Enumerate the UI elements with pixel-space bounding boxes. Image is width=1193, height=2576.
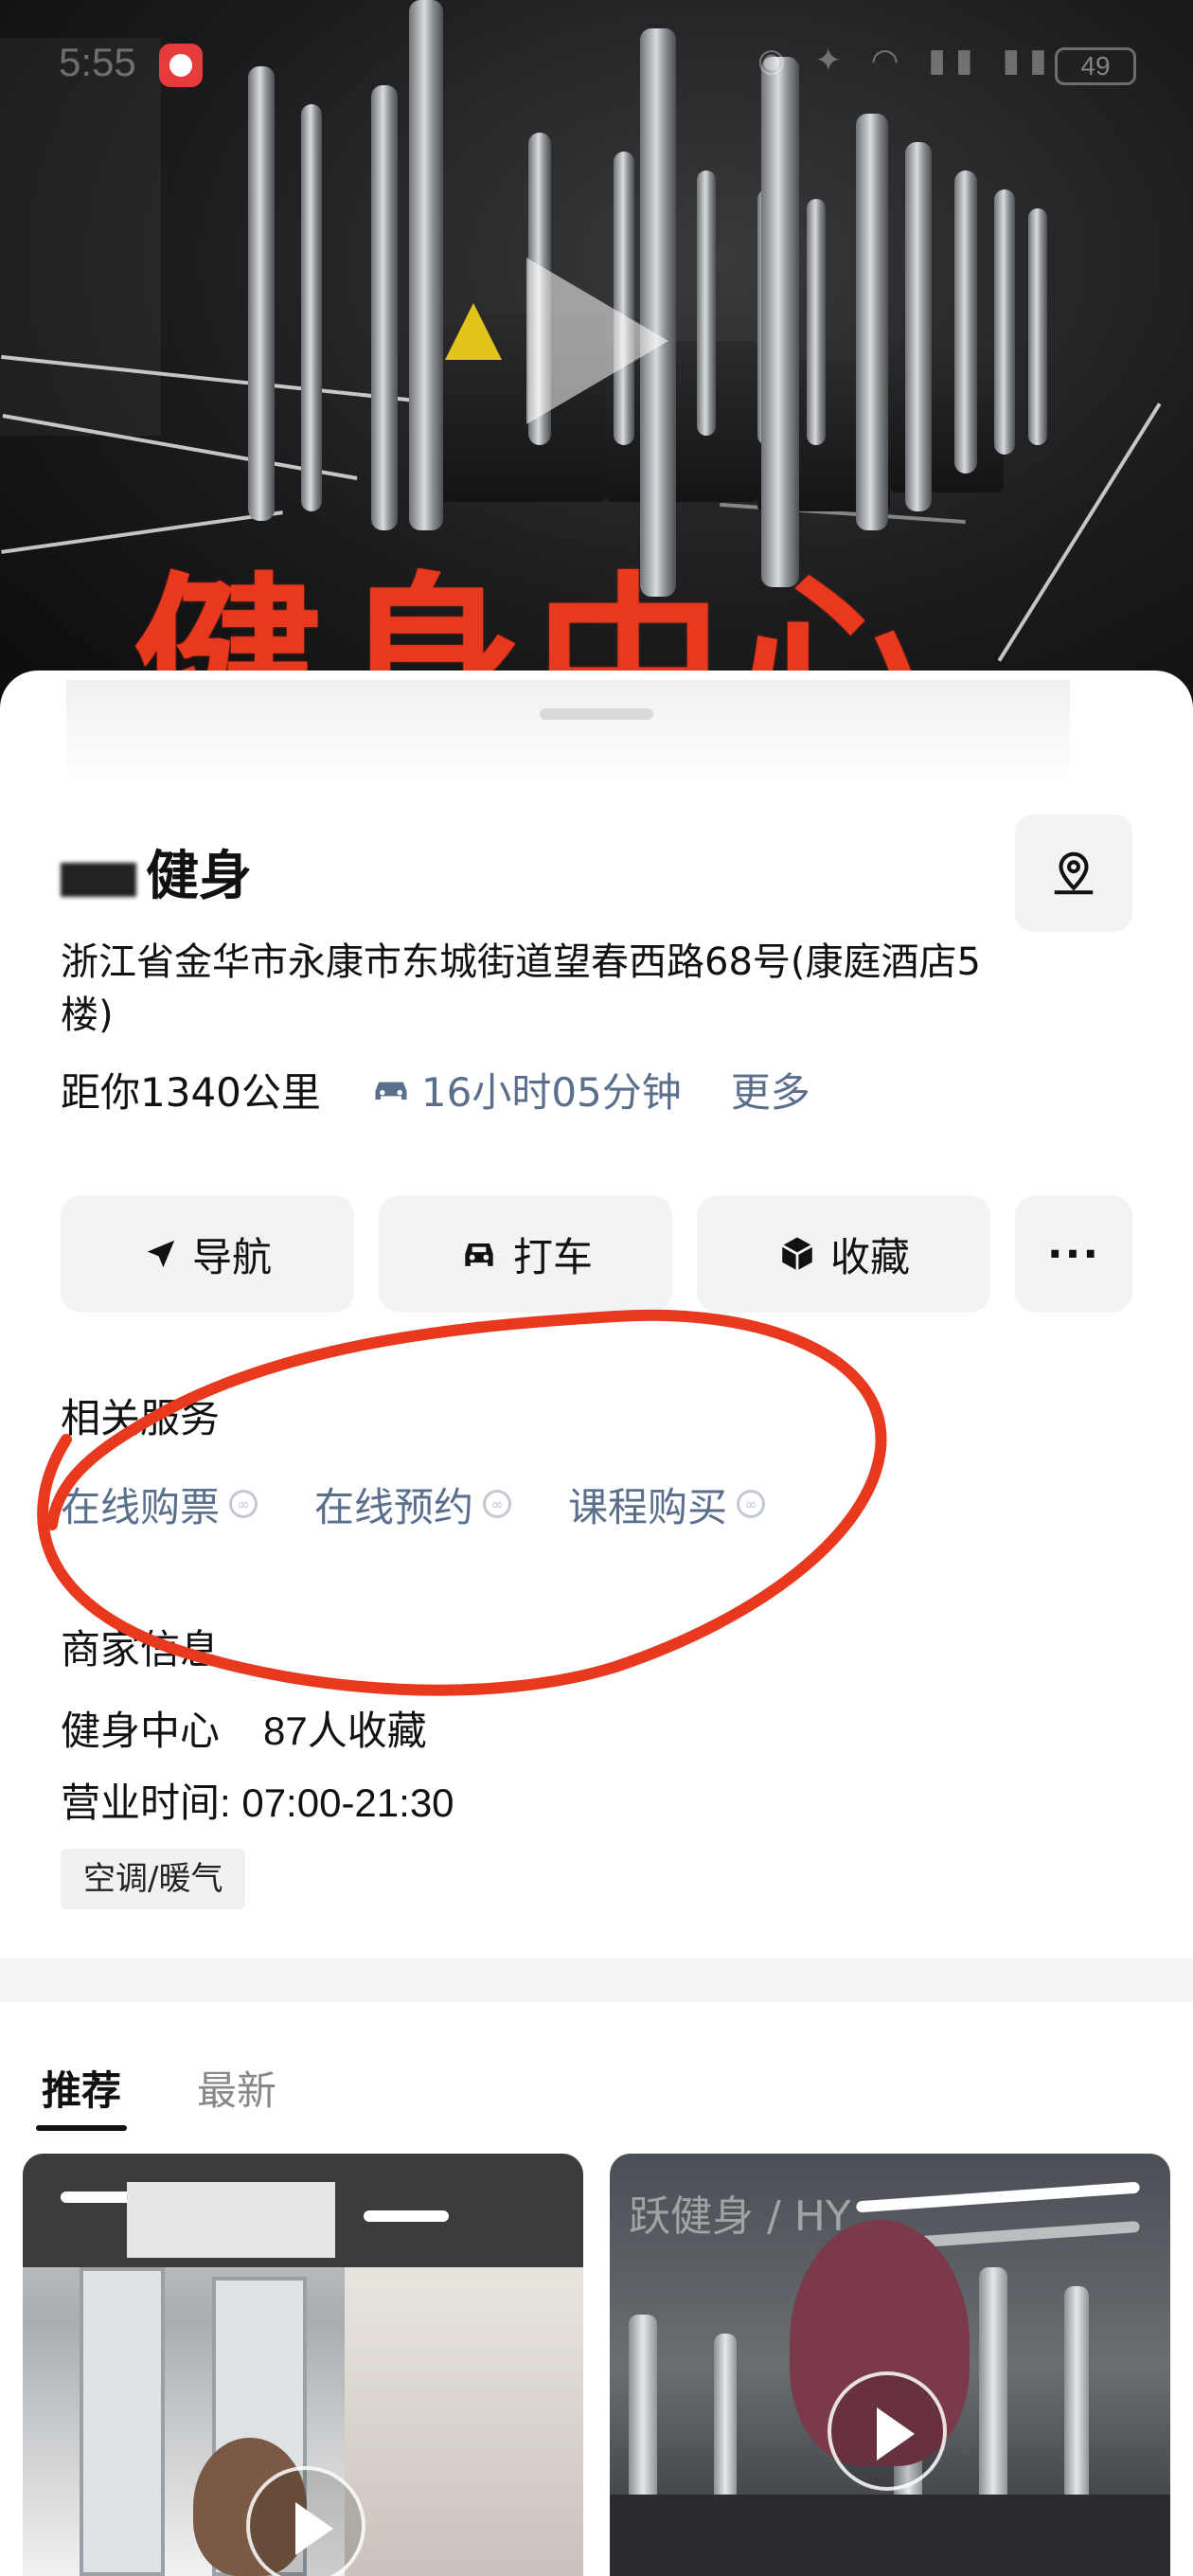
hero-video[interactable]: 5:55 ◉ ✦ ◠ ▮▮ ▮▮ 49 健身中心 [0, 0, 1193, 739]
business-hours: 营业时间: 07:00-21:30 [61, 1780, 454, 1825]
barbell-pole [905, 142, 932, 511]
merchant-summary: 健身中心 87人收藏 [61, 1699, 427, 1757]
service-label: 课程购买 [568, 1483, 728, 1530]
cube-icon [781, 1237, 813, 1271]
wall-text: 跃健身 / HY [629, 2192, 851, 2241]
status-bar: 5:55 ◉ ✦ ◠ ▮▮ ▮▮ 49 [0, 28, 1193, 104]
service-label: 在线预约 [314, 1483, 474, 1530]
car-icon [375, 1082, 407, 1100]
video-play-icon[interactable] [246, 2466, 365, 2576]
section-divider [0, 1959, 1193, 2002]
taxi-label: 打车 [512, 1233, 593, 1280]
tab-latest[interactable]: 最新 [197, 2059, 276, 2117]
battery-icon: 49 [1055, 47, 1136, 85]
barbell-pole [807, 199, 826, 445]
service-label: 在线购票 [61, 1483, 221, 1530]
service-online-ticket[interactable]: 在线购票 ∞ [61, 1476, 258, 1533]
ceiling-light [855, 2181, 1141, 2213]
action-bar: 导航 打车 收藏 ··· [61, 1195, 1132, 1313]
distance-text: 距你1340公里 [61, 1068, 321, 1116]
merchant-category: 健身中心 [61, 1708, 221, 1753]
gym-window [345, 2267, 583, 2576]
drive-time-text: 16小时05分钟 [420, 1068, 682, 1116]
redacted-text [61, 862, 136, 897]
barbell-pole [994, 189, 1015, 455]
barbell-pole [248, 66, 275, 521]
barbell-pole [697, 170, 716, 436]
play-icon[interactable] [526, 258, 668, 424]
mini-program-icon: ∞ [229, 1490, 258, 1518]
related-services-title: 相关服务 [61, 1395, 221, 1441]
video-play-icon[interactable] [828, 2371, 947, 2491]
app-notification-icon [159, 44, 203, 87]
drag-handle[interactable] [540, 708, 653, 720]
drive-time[interactable]: 16小时05分钟 [370, 1061, 682, 1118]
barbell-pole [1028, 208, 1047, 445]
barbell-pole [371, 85, 398, 530]
favorite-label: 收藏 [829, 1233, 910, 1280]
shop-name-text: 健身 [146, 846, 252, 907]
signal-icons: ◉ ✦ ◠ ▮▮ ▮▮ [757, 42, 1057, 80]
mini-program-icon: ∞ [737, 1490, 766, 1518]
merchant-favorites: 87人收藏 [263, 1708, 427, 1753]
mini-program-icon: ∞ [483, 1490, 512, 1518]
navigation-arrow-icon [147, 1240, 175, 1268]
map-pin-button[interactable] [1015, 814, 1132, 932]
sheet-shadow [66, 680, 1070, 784]
map-pin-icon [1054, 851, 1094, 895]
shop-name: 健身 [61, 833, 252, 910]
ceiling-light [364, 2210, 449, 2222]
barbell-pole [856, 114, 888, 530]
feed-tabs: 推荐 最新 [0, 2036, 1193, 2140]
favorite-button[interactable]: 收藏 [697, 1195, 990, 1313]
distance-row: 距你1340公里 16小时05分钟 更多 [61, 1061, 810, 1118]
navigate-button[interactable]: 导航 [61, 1195, 354, 1313]
gym-floor [610, 2495, 1170, 2576]
status-time: 5:55 [59, 40, 136, 84]
shop-address: 浙江省金华市永康市东城街道望春西路68号(康庭酒店5楼) [61, 940, 981, 1037]
taxi-icon [465, 1243, 493, 1266]
feed-card[interactable]: 跃健身 / HY [610, 2154, 1170, 2576]
amenity-tag: 空调/暖气 [61, 1849, 246, 1909]
service-course-purchase[interactable]: 课程购买 ∞ [568, 1476, 766, 1533]
feed-card[interactable] [23, 2154, 583, 2576]
service-online-booking[interactable]: 在线预约 ∞ [314, 1476, 512, 1533]
services-list: 在线购票 ∞ 在线预约 ∞ 课程购买 ∞ [61, 1476, 822, 1532]
more-link[interactable]: 更多 [731, 1061, 810, 1118]
yellow-marker [445, 303, 502, 360]
barbell-pole [301, 104, 322, 511]
ellipsis-icon: ··· [1046, 1229, 1101, 1279]
taxi-button[interactable]: 打车 [379, 1195, 672, 1313]
navigate-label: 导航 [191, 1233, 272, 1280]
barbell-pole [761, 57, 799, 587]
barbell-pole [954, 170, 977, 474]
floor-line [997, 402, 1162, 662]
merchant-info-title: 商家信息 [61, 1626, 221, 1673]
gym-machine [80, 2267, 165, 2576]
ceiling-panel [127, 2182, 335, 2258]
tab-recommended[interactable]: 推荐 [35, 2059, 128, 2131]
more-actions-button[interactable]: ··· [1015, 1195, 1132, 1313]
